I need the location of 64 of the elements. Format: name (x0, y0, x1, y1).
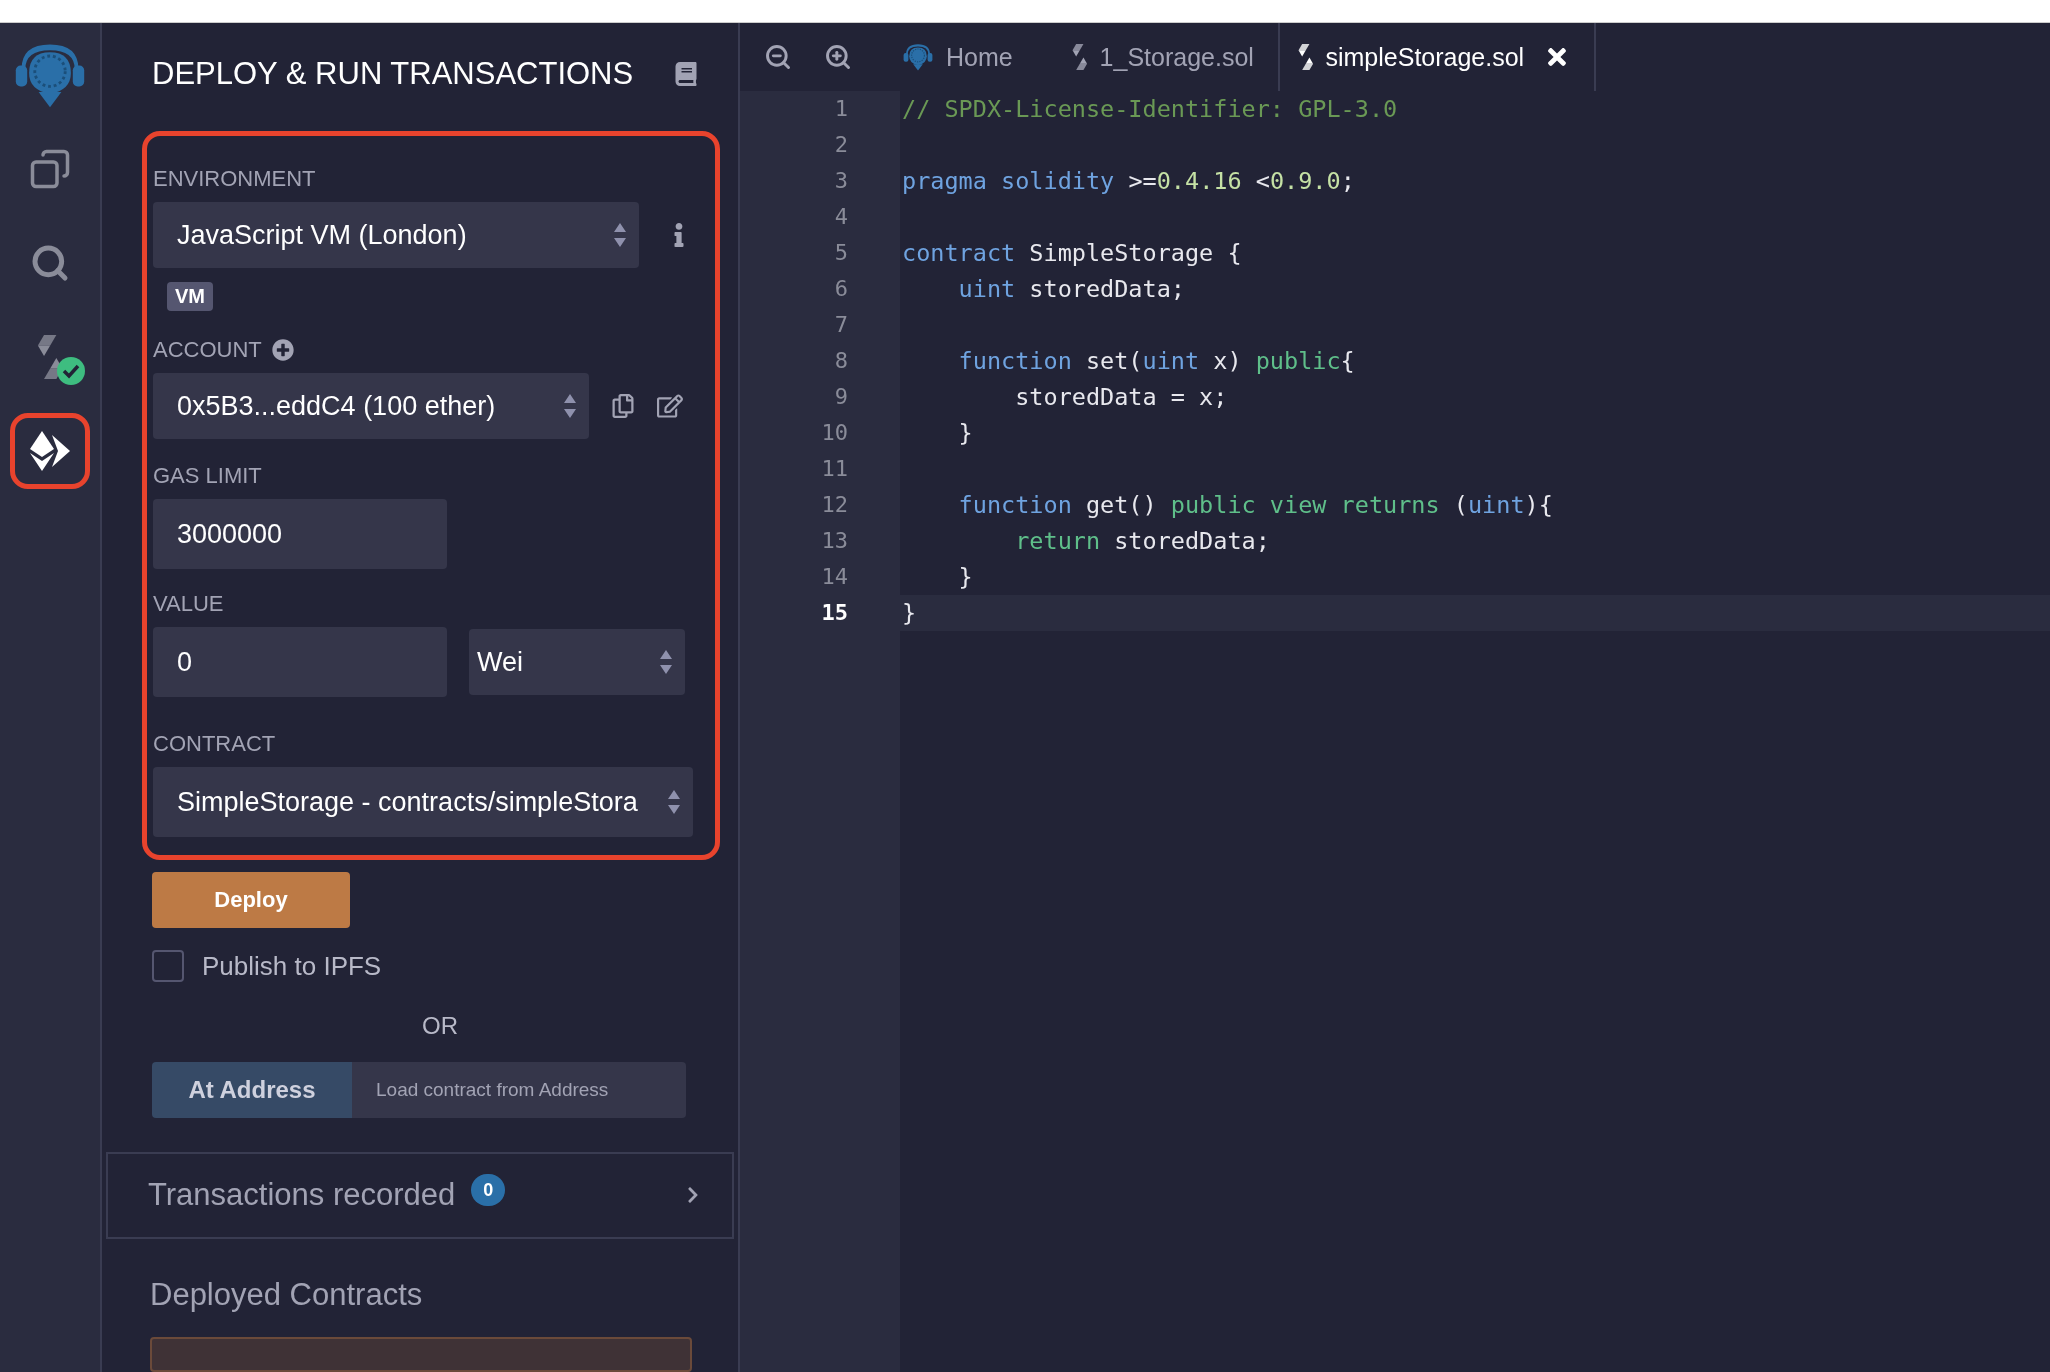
code-line: function set(uint x) public{ (957, 346, 1356, 377)
environment-select[interactable]: JavaScript VM (London) (153, 202, 639, 268)
up-down-caret-icon (667, 789, 681, 815)
contract-select[interactable]: SimpleStorage - contracts/simpleStora (153, 767, 693, 837)
code-line: contract SimpleStorage { (901, 238, 1243, 269)
line-number: 1 (740, 91, 900, 127)
field-label: GAS LIMIT (153, 463, 262, 489)
up-down-caret-icon (563, 393, 577, 419)
solidity-logo-icon (1297, 44, 1314, 70)
code-line: } (957, 418, 974, 449)
diamond-arrow-icon (28, 429, 72, 473)
section-title: Deployed Contracts (150, 1276, 424, 1313)
gas-limit-field[interactable]: 3000000 (153, 499, 447, 569)
value-field[interactable]: 0 (153, 627, 447, 697)
at-address-button[interactable]: At Address (152, 1062, 352, 1119)
code-line: uint storedData; (957, 274, 1186, 305)
transactions-section[interactable]: Transactions recorded 0 (106, 1152, 734, 1239)
field-label: VALUE (153, 591, 224, 617)
headset-logo-icon (902, 41, 934, 73)
line-number: 6 (740, 271, 900, 307)
unit-select[interactable]: Wei (469, 629, 685, 695)
code-line: storedData = x; (1014, 382, 1229, 413)
field-label: ENVIRONMENT (153, 166, 316, 192)
checkbox-label: Publish to IPFS (202, 950, 382, 982)
line-number: 11 (740, 451, 900, 487)
files-icon (29, 148, 71, 190)
solidity-logo-icon (1072, 44, 1088, 70)
line-number: 15 (740, 595, 900, 631)
line-number: 2 (740, 127, 900, 163)
code-line: function get() public view returns (uint){ (957, 490, 1554, 521)
code-line: return storedData; (1014, 526, 1271, 557)
address-field[interactable]: Load contract from Address (352, 1062, 686, 1119)
line-number: 10 (740, 415, 900, 451)
line-number: 13 (740, 523, 900, 559)
count-badge: 0 (471, 1174, 506, 1207)
line-number: 5 (740, 235, 900, 271)
section-title: Transactions recorded (148, 1177, 456, 1214)
or-separator: OR (421, 1012, 459, 1041)
code-line: pragma solidity >=0.4.16 <0.9.0; (901, 166, 1356, 197)
editor-tab[interactable]: simpleStorage.sol (1277, 23, 1597, 91)
field-label: ACCOUNT (153, 337, 262, 363)
line-number: 12 (740, 487, 900, 523)
editor-tab[interactable]: 1_Storage.sol (1054, 23, 1278, 91)
vm-badge: VM (167, 282, 213, 311)
account-select[interactable]: 0x5B3...eddC4 (100 ether) (153, 373, 589, 439)
copy-icon[interactable] (611, 394, 635, 418)
line-number: 3 (740, 163, 900, 199)
search-icon (30, 243, 70, 283)
code-line: // SPDX-License-Identifier: GPL-3.0 (901, 94, 1399, 125)
book-icon[interactable] (674, 62, 698, 86)
line-number: 4 (740, 199, 900, 235)
highlighted-sidebar-button[interactable] (10, 413, 90, 489)
code-line: } (957, 562, 974, 593)
line-number: 14 (740, 559, 900, 595)
edit-icon[interactable] (657, 393, 683, 419)
line-number: 9 (740, 379, 900, 415)
line-number: 7 (740, 307, 900, 343)
field-label: CONTRACT (153, 731, 276, 757)
up-down-caret-icon (613, 222, 627, 248)
editor-tab[interactable]: Home (884, 23, 1054, 91)
panel-title: DEPLOY & RUN TRANSACTIONS (152, 56, 634, 92)
line-number: 8 (740, 343, 900, 379)
checkbox[interactable] (152, 950, 184, 983)
up-down-caret-icon (659, 649, 673, 675)
